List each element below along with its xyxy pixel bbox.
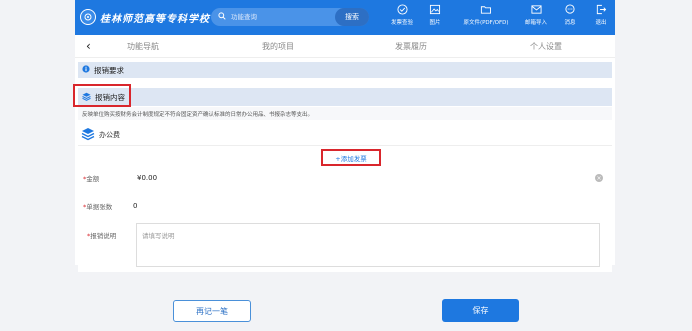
requirements-title: 报销要求 (94, 65, 124, 75)
tab-my-projects[interactable]: 我的项目 (262, 41, 294, 52)
top-nav: 发票查验 图片 原文件(PDF/OFD) 邮箱导入 消息 退出 (75, 4, 615, 32)
description-label: 报销说明 (90, 232, 117, 240)
count-label: 单据张数 (86, 203, 113, 211)
reimbursement-notice: 反映单位购买按财务会计制度规定不符合固定资产确认标准的日常办公用品、书报杂志等支… (78, 107, 612, 120)
clear-icon[interactable]: × (595, 174, 603, 182)
amount-row: *金额 ¥0.00 × (78, 168, 612, 188)
tab-personal-settings[interactable]: 个人设置 (530, 41, 562, 52)
top-bar: 桂林师范高等专科学校 搜索 发票查验 图片 原文件(PDF/OFD) 邮箱导入 … (75, 0, 615, 35)
nav-original-file[interactable]: 原文件(PDF/OFD) (463, 4, 509, 26)
amount-input[interactable]: ¥0.00 (137, 174, 157, 182)
description-textarea[interactable] (137, 224, 599, 266)
nav-image[interactable]: 图片 (429, 4, 441, 26)
category-icon (81, 127, 95, 143)
save-button[interactable]: 保存 (442, 299, 519, 322)
add-invoice-button[interactable]: +添加发票 (321, 149, 381, 166)
nav-label: 原文件(PDF/OFD) (463, 20, 509, 26)
content-section: 报销内容 (78, 88, 612, 106)
category-row: 办公费 (78, 124, 612, 146)
category-label: 办公费 (99, 130, 120, 139)
nav-logout[interactable]: 退出 (595, 4, 607, 26)
count-row: *单据张数 0 (78, 197, 612, 215)
back-arrow-icon[interactable]: ‹ (86, 39, 91, 53)
tab-bar: ‹ 功能导航 我的项目 发票履历 个人设置 (75, 35, 615, 58)
nav-label: 消息 (564, 20, 576, 26)
message-icon (565, 4, 575, 14)
tab-invoice-history[interactable]: 发票履历 (395, 41, 427, 52)
description-box (136, 223, 600, 267)
content-highlight-box (73, 84, 131, 107)
info-icon (82, 65, 90, 75)
tab-function-nav[interactable]: 功能导航 (127, 41, 159, 52)
nav-label: 图片 (429, 20, 441, 26)
record-another-button[interactable]: 再记一笔 (173, 300, 251, 322)
count-input[interactable]: 0 (133, 202, 137, 210)
logout-icon (596, 4, 607, 15)
requirements-section[interactable]: 报销要求 (78, 62, 612, 78)
folder-icon (480, 6, 492, 14)
nav-label: 发票查验 (390, 20, 414, 26)
inspect-icon (396, 4, 408, 15)
image-icon (429, 4, 441, 15)
nav-messages[interactable]: 消息 (564, 4, 576, 26)
mail-icon (530, 5, 542, 14)
nav-invoice-inspect[interactable]: 发票查验 (391, 4, 413, 26)
amount-label: 金额 (86, 175, 100, 183)
nav-label: 退出 (595, 20, 607, 26)
nav-mail-import[interactable]: 邮箱导入 (525, 4, 547, 26)
nav-label: 邮箱导入 (524, 20, 548, 26)
